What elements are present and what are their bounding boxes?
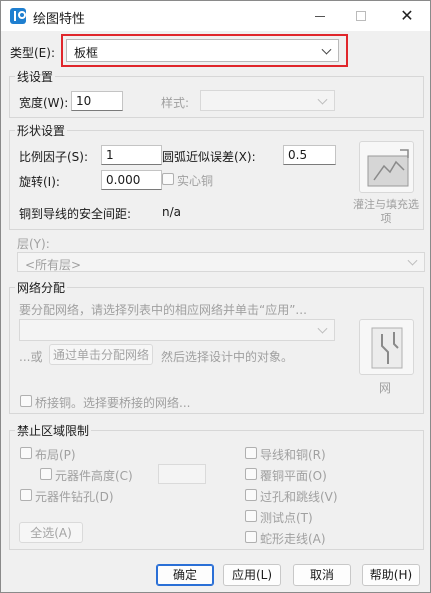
keepout-legend: 禁止区域限制	[15, 422, 92, 439]
width-label: 宽度(W):	[19, 96, 69, 110]
after-select-text: 然后选择设计中的对象。	[161, 350, 294, 364]
title-bar: 绘图特性 ✕	[1, 1, 430, 31]
type-label: 类型(E):	[10, 46, 55, 60]
chevron-down-icon	[317, 323, 328, 334]
chevron-down-icon	[317, 94, 328, 105]
component-height-input[interactable]	[158, 464, 206, 484]
layer-select-value: <所有层>	[25, 258, 82, 272]
copper-plane-checkbox[interactable]	[245, 468, 257, 480]
scale-factor-input[interactable]: 1	[101, 145, 162, 165]
rotation-label: 旋转(I):	[19, 175, 60, 189]
maximize-button[interactable]	[339, 1, 383, 31]
or-text: ...或	[19, 350, 43, 364]
shape-settings-legend: 形状设置	[15, 122, 68, 139]
placement-label: 布局(P)	[35, 448, 76, 462]
net-routing-icon	[371, 327, 403, 369]
style-select[interactable]	[200, 90, 335, 111]
placement-checkbox[interactable]	[20, 447, 32, 459]
rotation-input[interactable]: 0.000	[101, 170, 162, 190]
net-button[interactable]	[359, 319, 414, 375]
scale-factor-label: 比例因子(S):	[19, 150, 89, 164]
copper-plane-label: 覆铜平面(O)	[260, 469, 327, 483]
app-icon	[10, 8, 26, 24]
chevron-down-icon	[407, 255, 418, 266]
trace-copper-checkbox[interactable]	[245, 447, 257, 459]
testpoint-label: 测试点(T)	[260, 511, 313, 525]
bridge-copper-checkbox[interactable]	[20, 395, 32, 407]
net-select[interactable]	[19, 319, 335, 341]
via-jumper-label: 过孔和跳线(V)	[260, 490, 338, 504]
component-drill-checkbox[interactable]	[20, 489, 32, 501]
cancel-button[interactable]: 取消	[293, 564, 351, 586]
maximize-icon	[356, 11, 366, 21]
net-button-label: 网	[379, 381, 392, 395]
fill-options-button[interactable]	[359, 141, 414, 193]
net-assignment-legend: 网络分配	[15, 279, 68, 296]
minimize-icon	[315, 15, 325, 17]
testpoint-checkbox[interactable]	[245, 510, 257, 522]
via-jumper-checkbox[interactable]	[245, 489, 257, 501]
line-settings-legend: 线设置	[15, 68, 56, 85]
trace-copper-label: 导线和铜(R)	[260, 448, 326, 462]
select-all-button[interactable]: 全选(A)	[19, 522, 83, 543]
window-title: 绘图特性	[33, 12, 86, 27]
layer-select[interactable]: <所有层>	[17, 252, 425, 272]
close-icon: ✕	[400, 6, 414, 25]
clearance-value: n/a	[162, 205, 182, 219]
drawing-properties-dialog: 绘图特性 ✕ 类型(E): 板框 线设置 宽度(W): 10 样式: 形状设置 …	[0, 0, 431, 593]
component-height-label: 元器件高度(C)	[55, 469, 133, 483]
fill-options-label: 灌注与填充选项	[353, 198, 419, 225]
layer-label: 层(Y):	[17, 237, 50, 251]
serpentine-checkbox[interactable]	[245, 531, 257, 543]
component-height-checkbox[interactable]	[40, 468, 52, 480]
pour-fill-icon	[367, 149, 409, 187]
solid-copper-checkbox[interactable]	[162, 173, 174, 185]
minimize-button[interactable]	[298, 1, 342, 31]
serpentine-label: 蛇形走线(A)	[260, 532, 326, 546]
net-assignment-hint: 要分配网络，请选择列表中的相应网络并单击“应用”...	[19, 303, 307, 317]
click-assign-net-button[interactable]: 通过单击分配网络	[49, 344, 153, 365]
style-label: 样式:	[161, 96, 190, 110]
arc-error-input[interactable]: 0.5	[283, 145, 336, 165]
clearance-label: 铜到导线的安全间距:	[19, 207, 132, 221]
apply-button[interactable]: 应用(L)	[223, 564, 281, 586]
bridge-copper-label: 桥接铜。选择要桥接的网络...	[35, 396, 191, 410]
arc-error-label: 圆弧近似误差(X):	[162, 150, 256, 164]
close-button[interactable]: ✕	[385, 1, 429, 31]
width-input[interactable]: 10	[71, 91, 123, 111]
solid-copper-label: 实心铜	[177, 174, 214, 188]
type-highlight-box	[61, 34, 348, 67]
help-button[interactable]: 帮助(H)	[362, 564, 420, 586]
component-drill-label: 元器件钻孔(D)	[35, 490, 114, 504]
ok-button[interactable]: 确定	[156, 564, 214, 586]
